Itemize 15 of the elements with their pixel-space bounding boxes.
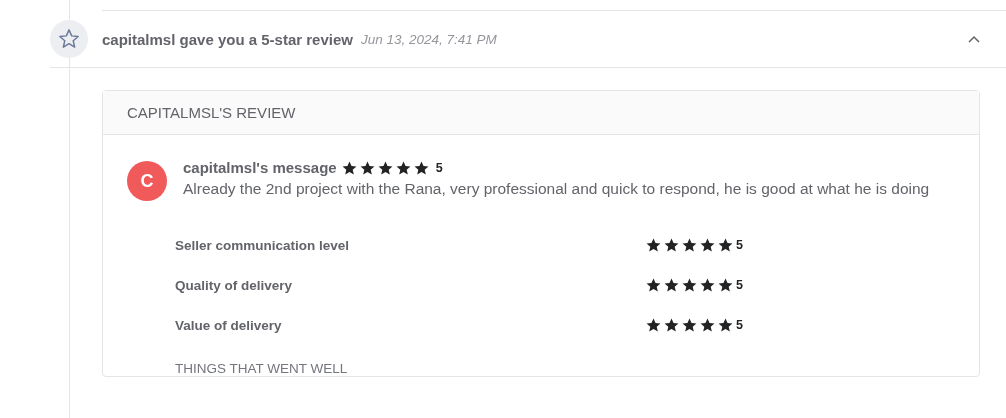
chevron-icon[interactable] bbox=[968, 35, 980, 43]
review-message: Already the 2nd project with the Rana, very professional and quick to respond, he is good at what he is doing bbox=[183, 179, 930, 199]
review-heading: CAPITALMSL'S REVIEW bbox=[103, 91, 979, 135]
rating-label: Seller communication level bbox=[175, 237, 351, 253]
rating-label: Value of delivery bbox=[175, 317, 283, 333]
avatar: C bbox=[127, 161, 167, 201]
section-heading: THINGS THAT WENT WELL bbox=[175, 361, 349, 376]
message-author: capitalmsl's message bbox=[183, 159, 337, 176]
event-time: Jun 13, 2024, 7:41 PM bbox=[360, 31, 497, 47]
rating-label: Quality of delivery bbox=[175, 277, 294, 293]
rating-score: 5 bbox=[736, 238, 743, 252]
rating-score: 5 bbox=[736, 318, 743, 332]
rating-score: 5 bbox=[736, 278, 743, 292]
event-title: capitalmsl gave you a 5-star review bbox=[102, 30, 353, 48]
rating-score: 5 bbox=[435, 160, 443, 175]
